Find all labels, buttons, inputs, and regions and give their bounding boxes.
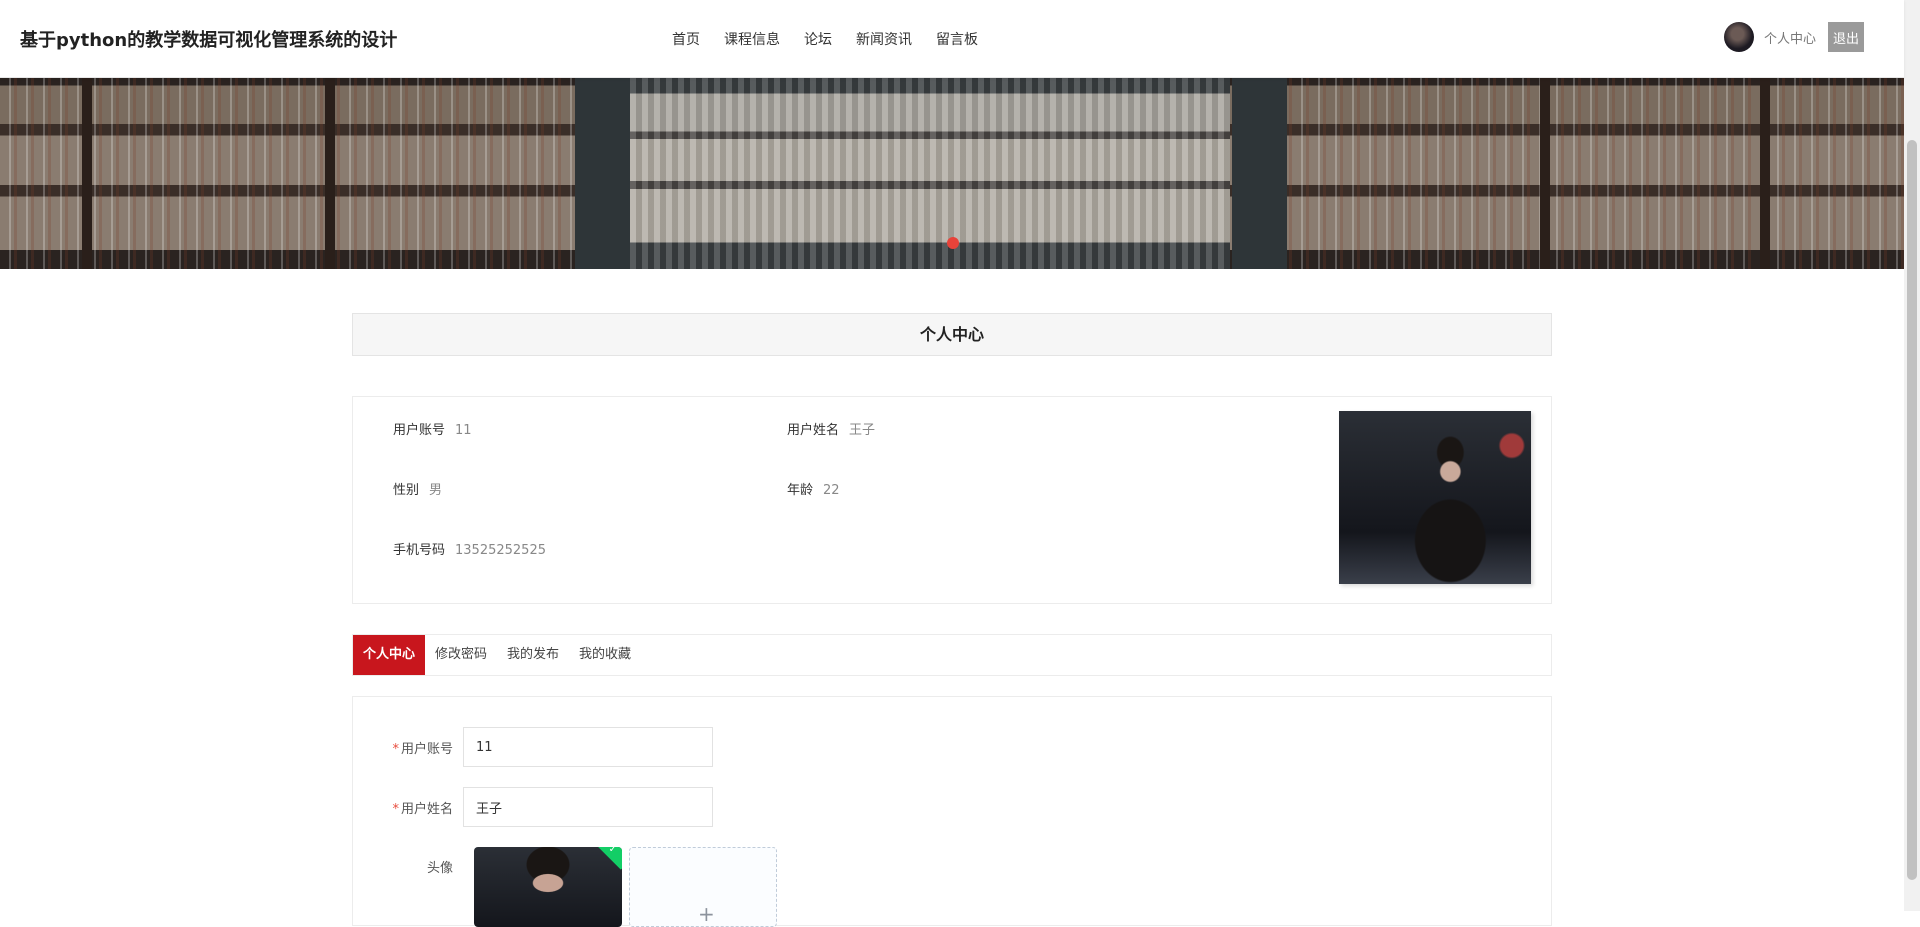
main-nav: 首页 课程信息 论坛 新闻资讯 留言板 [660,0,990,78]
upload-success-icon: ✓ [595,847,622,870]
banner-pillar [575,78,630,269]
shelf-divider [82,78,92,269]
info-age-value: 22 [823,483,840,498]
info-name: 用户姓名 王子 [787,419,875,438]
info-account-value: 11 [455,423,472,438]
avatar-upload-button[interactable]: + [629,847,777,927]
info-age: 年龄 22 [787,479,840,498]
form-name-label-text: 用户姓名 [400,801,453,817]
banner-pillar [1232,78,1287,269]
info-phone-value: 13525252525 [455,543,546,558]
info-name-value: 王子 [849,423,876,438]
form-row-name: * 用户姓名 [353,787,713,827]
page-scrollbar[interactable] [1904,0,1920,911]
shelf-divider [1760,78,1770,269]
info-age-label: 年龄 [787,483,814,498]
info-gender-label: 性别 [393,483,420,498]
shelf-divider [325,78,335,269]
info-gender-value: 男 [429,483,443,498]
account-input[interactable] [463,727,713,767]
tab-personal-center[interactable]: 个人中心 [353,635,426,675]
site-title: 基于python的教学数据可视化管理系统的设计 [20,30,398,51]
profile-form: *用户账号 *用户姓名 头像 ✓ + [352,696,1552,927]
nav-course-info[interactable]: 课程信息 [724,29,780,49]
user-center-link[interactable]: 个人中心 [1764,28,1816,47]
info-gender: 性别男 [393,479,442,498]
scrollbar-thumb[interactable] [1907,140,1917,880]
info-phone-label: 手机号码 [393,543,446,558]
required-mark: * [392,801,399,817]
info-account: 用户账号 11 [393,419,472,438]
form-name-label: * 用户姓名 [353,798,463,817]
nav-forum[interactable]: 论坛 [804,29,832,49]
info-name-label: 用户姓名 [787,423,840,438]
logout-button[interactable]: 退出 [1827,22,1864,52]
tab-my-posts[interactable]: 我的发布 [497,635,569,675]
form-avatar-label: 头像 [426,861,453,876]
user-area: 个人中心 退出 [1723,22,1864,52]
plus-icon: + [698,902,715,926]
profile-photo [1339,411,1531,584]
nav-news[interactable]: 新闻资讯 [856,29,912,49]
profile-tabs: 个人中心 修改密码 我的发布 我的收藏 [352,634,1552,676]
avatar[interactable] [1723,22,1754,52]
tab-change-password[interactable]: 修改密码 [425,635,497,675]
info-account-label: 用户账号 [393,423,446,438]
form-row-avatar: 头像 [353,857,463,876]
form-account-label: * 用户账号 [353,738,463,757]
carousel-indicator-dot[interactable] [947,237,959,249]
name-input[interactable] [463,787,713,827]
banner-center-shelf [630,78,1230,269]
uploaded-avatar-thumbnail[interactable]: ✓ [474,847,622,927]
nav-message-board[interactable]: 留言板 [936,29,978,49]
nav-home[interactable]: 首页 [672,29,700,49]
info-phone: 手机号码 13525252525 [393,539,546,558]
shelf-divider [1540,78,1550,269]
tab-my-favorites[interactable]: 我的收藏 [569,635,641,675]
top-header: 基于python的教学数据可视化管理系统的设计 首页 课程信息 论坛 新闻资讯 … [0,0,1904,78]
profile-info-card: 用户账号 11 用户姓名 王子 性别男 年龄 22 手机号码 13525252525 [352,396,1552,604]
page-title: 个人中心 [352,313,1552,356]
required-mark: * [392,741,399,757]
form-row-account: * 用户账号 [353,727,713,767]
form-account-label-text: 用户账号 [400,741,453,757]
